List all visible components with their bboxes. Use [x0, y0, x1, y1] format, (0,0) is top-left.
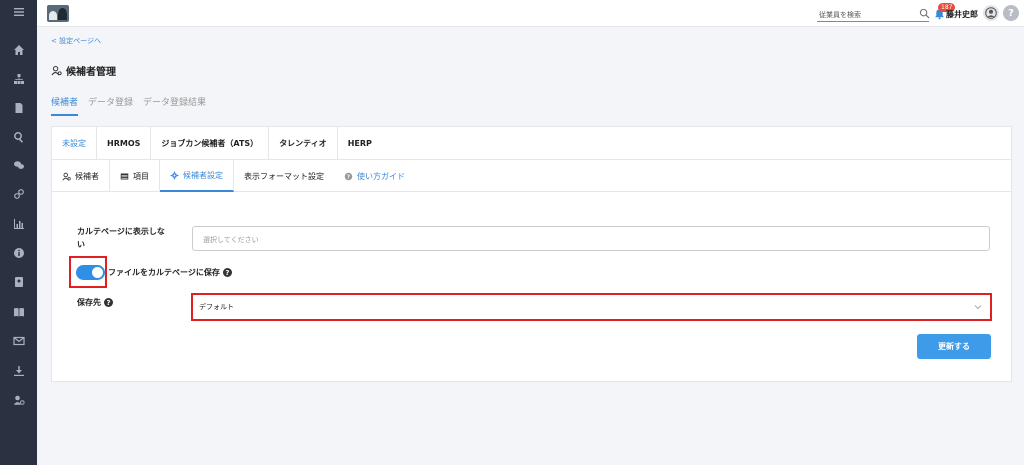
- save-to-karte-label: ファイルをカルテページに保存 ?: [108, 267, 232, 278]
- tab-candidates[interactable]: 候補者: [51, 95, 79, 116]
- user-icon: [62, 172, 71, 181]
- subtab-candidates-label: 候補者: [75, 171, 99, 181]
- gear-icon: [170, 171, 179, 179]
- info-icon[interactable]: [0, 243, 37, 263]
- tab-ats-talentio[interactable]: タレンティオ: [269, 127, 338, 160]
- subtab-candidate-settings-label: 候補者設定: [183, 170, 223, 180]
- toggle-knob: [92, 267, 103, 278]
- page-title: 候補者管理: [51, 63, 116, 78]
- chevron-down-icon[interactable]: [974, 303, 982, 311]
- question-icon: ?: [344, 172, 353, 180]
- save-destination-label: 保存先 ?: [77, 297, 113, 308]
- user-gear-icon: [51, 65, 62, 76]
- search-icon[interactable]: [919, 8, 930, 19]
- page-title-text: 候補者管理: [66, 67, 116, 78]
- company-logo[interactable]: [47, 5, 69, 22]
- top-header: 従業員を検索 187 藤井史郎 ?: [37, 0, 1024, 27]
- user-avatar-icon: [985, 7, 997, 19]
- org-chart-icon[interactable]: [0, 69, 37, 89]
- help-tooltip-icon[interactable]: ?: [222, 268, 232, 277]
- help-icon[interactable]: ?: [1003, 5, 1019, 21]
- usage-guide-link[interactable]: ? 使い方ガイド: [334, 160, 415, 192]
- tab-ats-hrmos[interactable]: HRMOS: [97, 127, 152, 160]
- employee-search-input[interactable]: 従業員を検索: [817, 7, 929, 22]
- save-destination-select[interactable]: デフォルト: [195, 297, 988, 317]
- top-tabs: 候補者 データ登録 データ登録結果: [51, 95, 206, 116]
- home-icon[interactable]: [0, 40, 37, 60]
- download-icon[interactable]: [0, 361, 37, 381]
- tab-ats-herp[interactable]: HERP: [338, 127, 382, 160]
- subtab-candidate-settings[interactable]: 候補者設定: [160, 160, 234, 192]
- back-to-settings-link[interactable]: < 設定ページへ: [51, 36, 101, 46]
- svg-text:?: ?: [347, 174, 350, 180]
- bar-chart-icon[interactable]: [0, 214, 37, 234]
- subtab-items-label: 項目: [133, 171, 149, 181]
- hide-on-karte-label: カルテページに表示しな い: [77, 225, 165, 251]
- subtab-display-format[interactable]: 表示フォーマット設定: [234, 160, 334, 192]
- user-settings-icon[interactable]: [0, 390, 37, 410]
- user-name[interactable]: 藤井史郎: [946, 9, 978, 20]
- sidebar: [0, 0, 37, 465]
- save-destination-label-text: 保存先: [77, 298, 101, 307]
- sub-tabs: 候補者 項目 候補者設定 表示フォーマット設定 ? 使い方ガイド: [52, 160, 1011, 192]
- id-card-icon[interactable]: [0, 272, 37, 292]
- hide-on-karte-label-line1: カルテページに表示しな: [77, 227, 165, 236]
- tab-data-registration[interactable]: データ登録: [88, 95, 133, 116]
- tab-ats-jobcan[interactable]: ジョブカン候補者（ATS）: [151, 127, 270, 160]
- subtab-candidates[interactable]: 候補者: [52, 160, 110, 192]
- ats-tabs: 未設定 HRMOS ジョブカン候補者（ATS） タレンティオ HERP: [52, 127, 1011, 160]
- hide-on-karte-select[interactable]: 選択してください: [192, 226, 990, 251]
- hide-on-karte-label-line2: い: [77, 240, 85, 249]
- tab-data-registration-result[interactable]: データ登録結果: [143, 95, 206, 116]
- save-to-karte-toggle[interactable]: [76, 265, 105, 280]
- usage-guide-label: 使い方ガイド: [357, 171, 405, 181]
- list-icon: [120, 173, 129, 179]
- link-icon[interactable]: [0, 184, 37, 204]
- book-icon[interactable]: [0, 302, 37, 322]
- avatar[interactable]: [983, 5, 999, 21]
- save-destination-help-icon[interactable]: ?: [104, 298, 113, 307]
- tab-ats-unset[interactable]: 未設定: [52, 127, 97, 160]
- subtab-display-format-label: 表示フォーマット設定: [244, 171, 324, 181]
- settings-card: 未設定 HRMOS ジョブカン候補者（ATS） タレンティオ HERP 候補者 …: [51, 126, 1012, 382]
- mail-icon[interactable]: [0, 331, 37, 351]
- search-nav-icon[interactable]: [0, 127, 37, 147]
- update-button[interactable]: 更新する: [917, 334, 991, 359]
- chat-icon[interactable]: [0, 155, 37, 175]
- document-icon[interactable]: [0, 98, 37, 118]
- menu-icon[interactable]: [0, 2, 37, 22]
- subtab-items[interactable]: 項目: [110, 160, 160, 192]
- save-to-karte-label-text: ファイルをカルテページに保存: [108, 268, 220, 277]
